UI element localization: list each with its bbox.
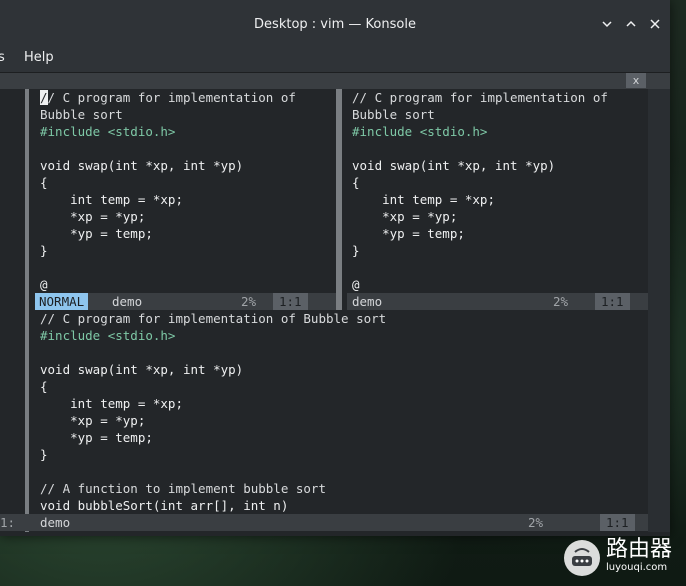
tab-close-button[interactable]: x	[626, 73, 646, 88]
watermark-url: luyouqi.com	[605, 562, 668, 573]
konsole-window: Desktop : vim — Konsole s Help x // C pr…	[0, 0, 670, 536]
terminal-area[interactable]: // C program for implementation of Bubble…	[0, 89, 648, 532]
vertical-split-divider[interactable]	[336, 89, 342, 310]
hidden-pane-edge	[0, 89, 26, 532]
code-line: // A function to implement bubble sort	[40, 481, 326, 496]
code-line: *yp = temp;	[40, 226, 153, 241]
status-line-top-left: NORMAL demo 2% 1:1	[35, 293, 336, 310]
pane-code: // C program for implementation of Bubble…	[352, 89, 608, 293]
status-percent: 2%	[528, 515, 544, 530]
code-line: *yp = temp;	[40, 430, 153, 445]
pane-code: // C program for implementation of Bubble…	[40, 89, 296, 293]
code-line: // C program for implementation of	[352, 90, 608, 105]
status-percent: 2%	[241, 294, 257, 309]
code-line: #include <stdio.h>	[40, 124, 176, 139]
code-line: int temp = *xp;	[40, 192, 183, 207]
code-line: *yp = temp;	[352, 226, 465, 241]
status-filename: demo	[40, 515, 71, 530]
text-cursor: /	[40, 90, 48, 105]
mode-indicator: NORMAL	[35, 293, 89, 310]
title-bar[interactable]: Desktop : vim — Konsole	[0, 0, 670, 44]
code-line: @	[40, 277, 48, 292]
code-line: void swap(int *xp, int *yp)	[40, 158, 244, 173]
menu-item-settings[interactable]: s	[0, 50, 5, 65]
vim-pane-top-left[interactable]: // C program for implementation of Bubble…	[35, 89, 335, 294]
status-line-top-right: demo 2% 1:1	[347, 293, 648, 310]
code-line: void swap(int *xp, int *yp)	[352, 158, 556, 173]
watermark: 路由器 luyouqi.com	[563, 537, 672, 576]
router-logo-icon	[563, 540, 600, 576]
code-line: #include <stdio.h>	[352, 124, 488, 139]
status-position: 1:1	[595, 293, 630, 310]
left-split-border	[25, 89, 29, 532]
tab-strip: x	[0, 73, 670, 89]
chevron-down-icon[interactable]	[600, 17, 614, 31]
status-percent: 2%	[553, 294, 569, 309]
menu-item-help[interactable]: Help	[24, 50, 54, 65]
chevron-up-icon[interactable]	[624, 17, 638, 31]
code-line: void bubbleSort(int arr[], int n)	[40, 498, 289, 513]
status-filename: demo	[352, 294, 383, 309]
code-line: *xp = *yp;	[352, 209, 458, 224]
code-line: }	[352, 243, 360, 258]
code-line: *xp = *yp;	[40, 209, 146, 224]
pane-code: // C program for implementation of Bubbl…	[40, 310, 386, 514]
status-position: 1:1	[600, 514, 635, 531]
code-line: Bubble sort	[40, 107, 123, 122]
status-position: 1:1	[273, 293, 308, 310]
code-line: }	[40, 447, 48, 462]
code-line: {	[352, 175, 360, 190]
code-line: {	[40, 379, 48, 394]
status-line-bottom: 1: demo 2% 1:1	[0, 514, 648, 531]
code-line: *xp = *yp;	[40, 413, 146, 428]
code-line: // C program for implementation of	[40, 90, 296, 105]
code-line: // C program for implementation of Bubbl…	[40, 311, 387, 326]
vim-pane-bottom[interactable]: // C program for implementation of Bubbl…	[35, 310, 648, 514]
vim-pane-top-right[interactable]: // C program for implementation of Bubble…	[347, 89, 648, 294]
code-line: int temp = *xp;	[352, 192, 495, 207]
code-line: void swap(int *xp, int *yp)	[40, 362, 244, 377]
status-left-fragment: 1:	[0, 515, 16, 530]
code-line: @	[352, 277, 360, 292]
status-filename: demo	[112, 294, 143, 309]
window-title: Desktop : vim — Konsole	[254, 17, 416, 32]
code-line: int temp = *xp;	[40, 396, 183, 411]
code-line: {	[40, 175, 48, 190]
code-line: #include <stdio.h>	[40, 328, 176, 343]
watermark-brand: 路由器	[605, 537, 672, 562]
close-icon[interactable]	[648, 17, 662, 31]
code-line: }	[40, 243, 48, 258]
menu-bar: s Help	[0, 44, 670, 73]
terminal-scrollbar[interactable]	[648, 89, 670, 532]
code-line: Bubble sort	[352, 107, 435, 122]
